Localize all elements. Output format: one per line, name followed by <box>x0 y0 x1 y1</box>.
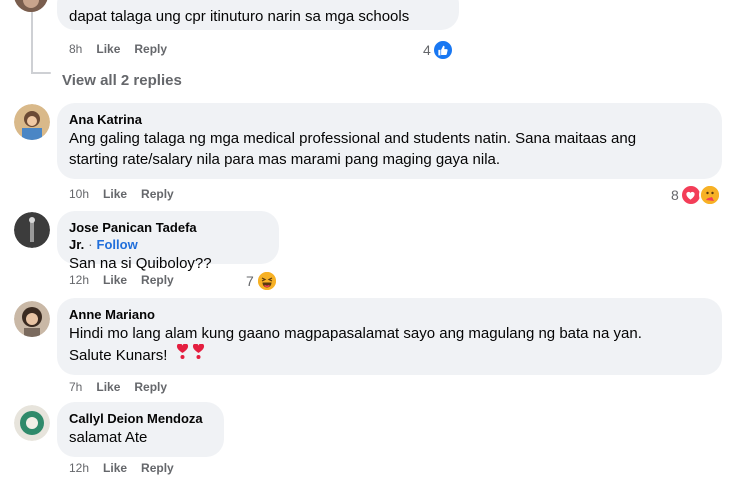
avatar[interactable] <box>14 104 50 140</box>
like-button[interactable]: Like <box>96 42 120 56</box>
comment-text: dapat talaga ung cpr itinuturo narin sa … <box>69 8 410 25</box>
reply-button[interactable]: Reply <box>134 380 167 394</box>
like-button[interactable]: Like <box>103 273 127 287</box>
like-button[interactable]: Like <box>103 461 127 475</box>
reply-button[interactable]: Reply <box>141 273 174 287</box>
comment-author[interactable]: Ana Katrina <box>69 111 710 128</box>
separator-dot: · <box>88 237 93 252</box>
comment-author[interactable]: Callyl Deion Mendoza <box>69 410 212 427</box>
comment-time[interactable]: 10h <box>69 187 89 201</box>
comment-text-line: Ang galing talaga ng mga medical profess… <box>69 130 637 147</box>
reaction-count: 4 <box>423 42 431 58</box>
reaction-summary[interactable]: 4 <box>423 39 454 61</box>
avatar[interactable] <box>14 301 50 337</box>
heart-exclamation-emoji <box>192 343 205 363</box>
comment-author-line: Jose Panican Tadefa Jr. · Follow <box>69 219 267 253</box>
comment-time[interactable]: 12h <box>69 461 89 475</box>
view-replies-link[interactable]: View all 2 replies <box>62 72 182 89</box>
comment-actions: 10h Like Reply <box>69 187 174 201</box>
avatar[interactable] <box>14 212 50 248</box>
follow-button[interactable]: Follow <box>97 237 138 252</box>
comment-bubble: Jose Panican Tadefa Jr. · Follow San na si… <box>57 211 279 272</box>
comment-text: salamat Ate <box>69 429 148 446</box>
comment-time[interactable]: 12h <box>69 273 89 287</box>
comment-actions: 7h Like Reply <box>69 380 167 394</box>
reaction-summary[interactable]: 8 <box>671 184 721 206</box>
comment-actions: 12h Like Reply <box>69 461 174 475</box>
comment-text-line: starting rate/salary nila para mas maram… <box>69 151 501 168</box>
comment-actions: 8h Like Reply <box>69 42 167 56</box>
comment-text-line: Hindi mo lang alam kung gaano magpapasal… <box>69 325 642 342</box>
comment-text-line: Salute Kunars! <box>69 347 168 364</box>
reaction-summary[interactable]: 7 <box>246 270 278 292</box>
thread-line-branch <box>31 72 51 74</box>
comment-bubble: dapat talaga ung cpr itinuturo narin sa … <box>57 0 459 30</box>
reply-button[interactable]: Reply <box>141 461 174 475</box>
comment-bubble: Callyl Deion Mendoza salamat Ate <box>57 402 224 457</box>
comment-time[interactable]: 7h <box>69 380 82 394</box>
reply-button[interactable]: Reply <box>141 187 174 201</box>
comment-bubble: Anne Mariano Hindi mo lang alam kung gaa… <box>57 298 722 375</box>
comment-author[interactable]: Anne Mariano <box>69 306 710 323</box>
avatar[interactable] <box>14 405 50 441</box>
haha-reaction-icon <box>255 270 278 292</box>
reply-button[interactable]: Reply <box>134 42 167 56</box>
comment-text: San na si Quiboloy?? <box>69 255 212 272</box>
avatar[interactable] <box>14 0 48 12</box>
reaction-count: 8 <box>671 187 679 203</box>
reaction-count: 7 <box>246 273 254 289</box>
like-button[interactable]: Like <box>103 187 127 201</box>
like-button[interactable]: Like <box>96 380 120 394</box>
like-reaction-icon <box>431 39 454 61</box>
comment-text-line-2: Salute Kunars! <box>69 343 710 366</box>
heart-exclamation-emoji <box>176 343 193 363</box>
care-reaction-icon <box>698 184 721 206</box>
comment-bubble: Ana Katrina Ang galing talaga ng mga med… <box>57 103 722 179</box>
comment-actions: 12h Like Reply <box>69 273 174 287</box>
comment-time[interactable]: 8h <box>69 42 82 56</box>
